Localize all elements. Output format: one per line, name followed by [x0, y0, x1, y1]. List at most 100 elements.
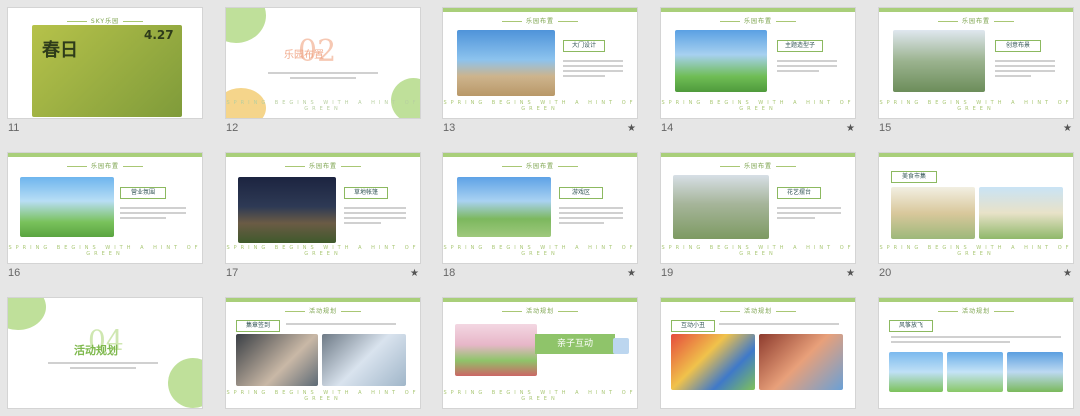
slide-thumbnail-16[interactable]: 乐园布置 营业氛围 SPRING BEGINS WITH A HINT OF G…	[8, 153, 202, 263]
cover-date: 4.27	[144, 28, 174, 42]
content-text	[719, 323, 839, 328]
animation-star-icon: ★	[627, 268, 636, 279]
slide-thumbnail-20[interactable]: 美食市集 SPRING BEGINS WITH A HINT OF GREEN	[879, 153, 1073, 263]
slide-title: 乐园布置	[226, 161, 420, 170]
stamp-photo-1	[236, 334, 318, 386]
activity-label: 亲子互动	[535, 334, 615, 354]
slide-title: 乐园布置	[661, 16, 855, 25]
slide-thumbnail-19[interactable]: 乐园布置 花艺摆台 SPRING BEGINS WITH A HINT OF G…	[661, 153, 855, 263]
content-text	[344, 207, 406, 227]
content-tag: 集章签到	[236, 320, 280, 332]
slide-thumbnail-15[interactable]: 乐园布置 创意布景 SPRING BEGINS WITH A HINT OF G…	[879, 8, 1073, 118]
slide-title: 乐园布置	[8, 161, 202, 170]
deco-blob	[391, 78, 420, 118]
content-text	[120, 207, 186, 222]
kite-photo-3	[1007, 352, 1063, 392]
slide-number: 16	[8, 267, 21, 279]
slide-footer: SPRING BEGINS WITH A HINT OF GREEN	[443, 390, 637, 402]
scene-photo	[893, 30, 985, 92]
deco-blob	[8, 298, 46, 330]
slide-thumbnail-22[interactable]: 活动规划 集章签到 SPRING BEGINS WITH A HINT OF G…	[226, 298, 420, 408]
slide-thumbnail-11[interactable]: SKY乐园 春日 4.27	[8, 8, 202, 118]
content-tag: 草地帐篷	[344, 187, 388, 199]
animation-star-icon: ★	[1063, 123, 1072, 134]
slide-thumbnail-24[interactable]: 活动规划 互动小丑	[661, 298, 855, 408]
top-bar	[443, 153, 637, 157]
balloon-photo	[675, 30, 767, 92]
top-bar	[879, 298, 1073, 302]
slide-title: 乐园布置	[443, 161, 637, 170]
slide-title: 乐园布置	[661, 161, 855, 170]
deco-blob	[226, 8, 266, 43]
slide-thumbnail-21[interactable]: 04 活动规划	[8, 298, 202, 408]
market-photo-2	[979, 187, 1063, 239]
tent-photo	[238, 177, 336, 243]
slide-footer: SPRING BEGINS WITH A HINT OF GREEN	[879, 100, 1073, 112]
slide-footer: SPRING BEGINS WITH A HINT OF GREEN	[8, 245, 202, 257]
animation-star-icon: ★	[410, 268, 419, 279]
slide-thumbnail-14[interactable]: 乐园布置 主题造型子 SPRING BEGINS WITH A HINT OF …	[661, 8, 855, 118]
slide-number: 12	[226, 122, 239, 134]
slide-title: 活动规划	[661, 306, 855, 315]
slide-number: 14	[661, 122, 674, 134]
games-photo	[457, 177, 551, 237]
content-tag: 风筝放飞	[889, 320, 933, 332]
top-bar	[661, 153, 855, 157]
animation-star-icon: ★	[1063, 268, 1072, 279]
section-title: 活动规划	[74, 344, 118, 357]
content-tag: 创意布景	[995, 40, 1041, 52]
slide-title: 乐园布置	[443, 16, 637, 25]
content-tag: 主题造型子	[777, 40, 823, 52]
slide-title: 活动规划	[226, 306, 420, 315]
slide-number: 13	[443, 122, 456, 134]
top-bar	[661, 298, 855, 302]
cover-title-art: 春日	[42, 40, 78, 61]
rainbow-photo	[20, 177, 114, 237]
slide-footer: SPRING BEGINS WITH A HINT OF GREEN	[661, 100, 855, 112]
slide-number: 15	[879, 122, 892, 134]
top-bar	[443, 8, 637, 12]
top-bar	[879, 8, 1073, 12]
slide-footer: SPRING BEGINS WITH A HINT OF GREEN	[879, 245, 1073, 257]
top-bar	[8, 153, 202, 157]
slide-thumbnail-25[interactable]: 活动规划 风筝放飞	[879, 298, 1073, 408]
slide-footer: SPRING BEGINS WITH A HINT OF GREEN	[443, 100, 637, 112]
animation-star-icon: ★	[627, 123, 636, 134]
kite-photo-1	[889, 352, 943, 392]
content-text	[559, 207, 623, 227]
content-text	[286, 323, 396, 328]
slide-thumbnail-18[interactable]: 乐园布置 游戏区 SPRING BEGINS WITH A HINT OF GR…	[443, 153, 637, 263]
stamp-photo-2	[322, 334, 406, 386]
content-tag: 花艺摆台	[777, 187, 821, 199]
animation-star-icon: ★	[846, 123, 855, 134]
slide-footer: SPRING BEGINS WITH A HINT OF GREEN	[226, 100, 420, 112]
slide-title: 活动规划	[443, 306, 637, 315]
slide-number: 20	[879, 267, 892, 279]
section-title: 乐园布置	[284, 50, 324, 61]
deco-blob	[168, 358, 202, 408]
content-tag: 大门设计	[563, 40, 605, 52]
content-tag: 美食市集	[891, 171, 937, 183]
slide-thumbnail-12[interactable]: 02 乐园布置 SPRING BEGINS WITH A HINT OF GRE…	[226, 8, 420, 118]
slide-number: 11	[8, 122, 20, 134]
content-text	[777, 207, 841, 222]
deco-square	[613, 338, 629, 354]
slide-number: 18	[443, 267, 456, 279]
content-tag: 游戏区	[559, 187, 603, 199]
top-bar	[879, 153, 1073, 157]
slide-thumbnail-17[interactable]: 乐园布置 草地帐篷 SPRING BEGINS WITH A HINT OF G…	[226, 153, 420, 263]
section-caption	[48, 362, 158, 369]
top-bar	[661, 8, 855, 12]
animation-star-icon: ★	[846, 268, 855, 279]
slide-footer: SPRING BEGINS WITH A HINT OF GREEN	[443, 245, 637, 257]
top-bar	[226, 153, 420, 157]
slide-thumbnail-13[interactable]: 乐园布置 大门设计 SPRING BEGINS WITH A HINT OF G…	[443, 8, 637, 118]
slide-title: 活动规划	[879, 306, 1073, 315]
family-photo	[455, 324, 537, 376]
content-text	[777, 60, 837, 75]
clown-photo-2	[759, 334, 843, 390]
top-bar	[226, 298, 420, 302]
content-text	[995, 60, 1055, 80]
flower-photo	[673, 175, 769, 239]
slide-thumbnail-23[interactable]: 活动规划 亲子互动 SPRING BEGINS WITH A HINT OF G…	[443, 298, 637, 408]
